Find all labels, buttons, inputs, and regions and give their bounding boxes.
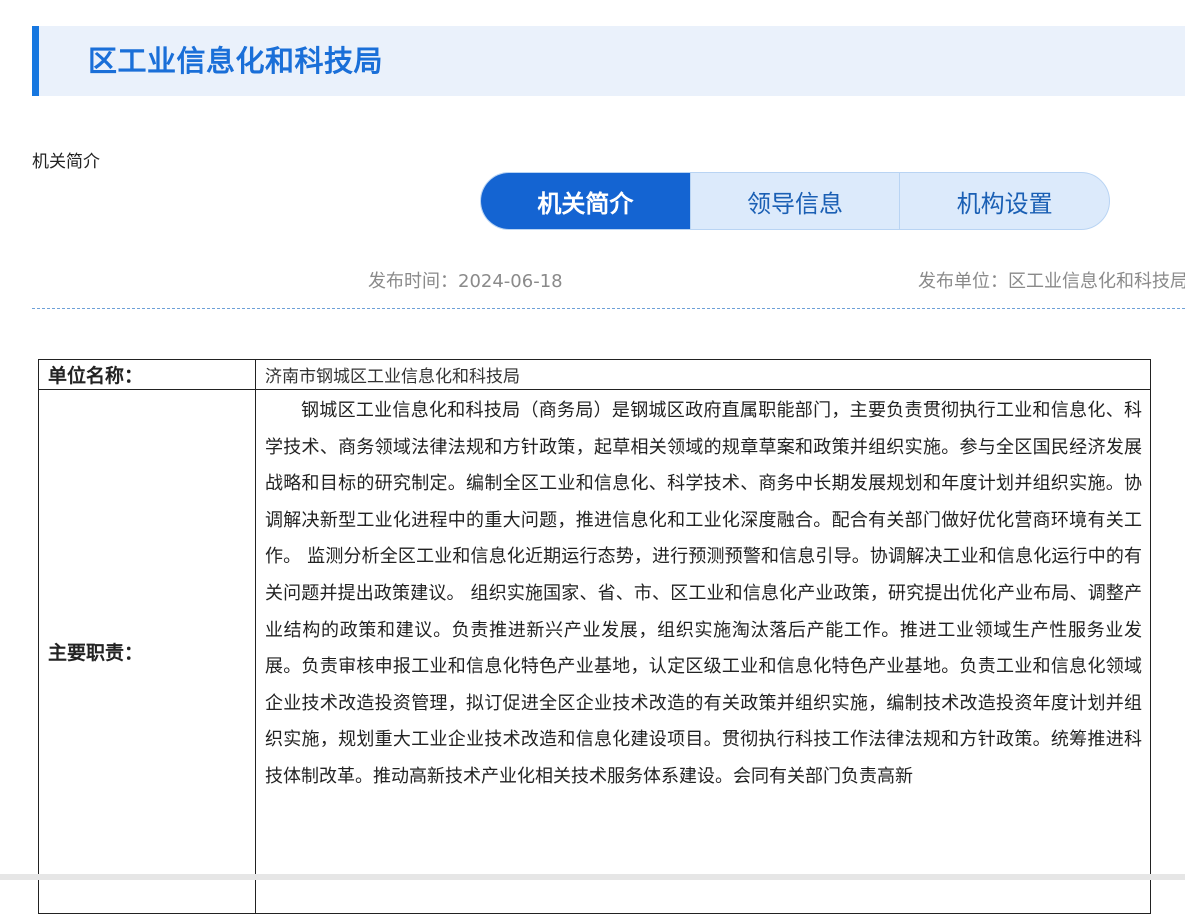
divider — [32, 308, 1185, 309]
unit-name-label: 单位名称： — [38, 359, 256, 390]
page-title: 区工业信息化和科技局 — [88, 44, 384, 78]
publish-time: 发布时间：2024-06-18 — [368, 271, 563, 292]
table-row: 单位名称： 济南市钢城区工业信息化和科技局 — [38, 359, 1151, 390]
breadcrumb[interactable]: 机关简介 — [32, 147, 100, 172]
duties-label: 主要职责： — [38, 389, 256, 914]
info-table: 单位名称： 济南市钢城区工业信息化和科技局 主要职责： 钢城区工业信息化和科技局… — [38, 359, 1151, 914]
tab-org-structure[interactable]: 机构设置 — [899, 173, 1109, 229]
duties-text: 钢城区工业信息化和科技局（商务局）是钢城区政府直属职能部门，主要负责贯彻执行工业… — [255, 389, 1151, 914]
publish-unit: 发布单位：区工业信息化和科技局 — [918, 271, 1185, 292]
unit-name-value: 济南市钢城区工业信息化和科技局 — [255, 359, 1151, 390]
page-header: 区工业信息化和科技局 — [32, 26, 1185, 96]
tab-bar: 机关简介 领导信息 机构设置 — [480, 172, 1110, 230]
horizontal-scrollbar[interactable] — [0, 874, 1185, 880]
tab-leader-info[interactable]: 领导信息 — [689, 173, 900, 229]
table-row: 主要职责： 钢城区工业信息化和科技局（商务局）是钢城区政府直属职能部门，主要负责… — [38, 389, 1151, 914]
tab-agency-intro[interactable]: 机关简介 — [481, 173, 690, 229]
